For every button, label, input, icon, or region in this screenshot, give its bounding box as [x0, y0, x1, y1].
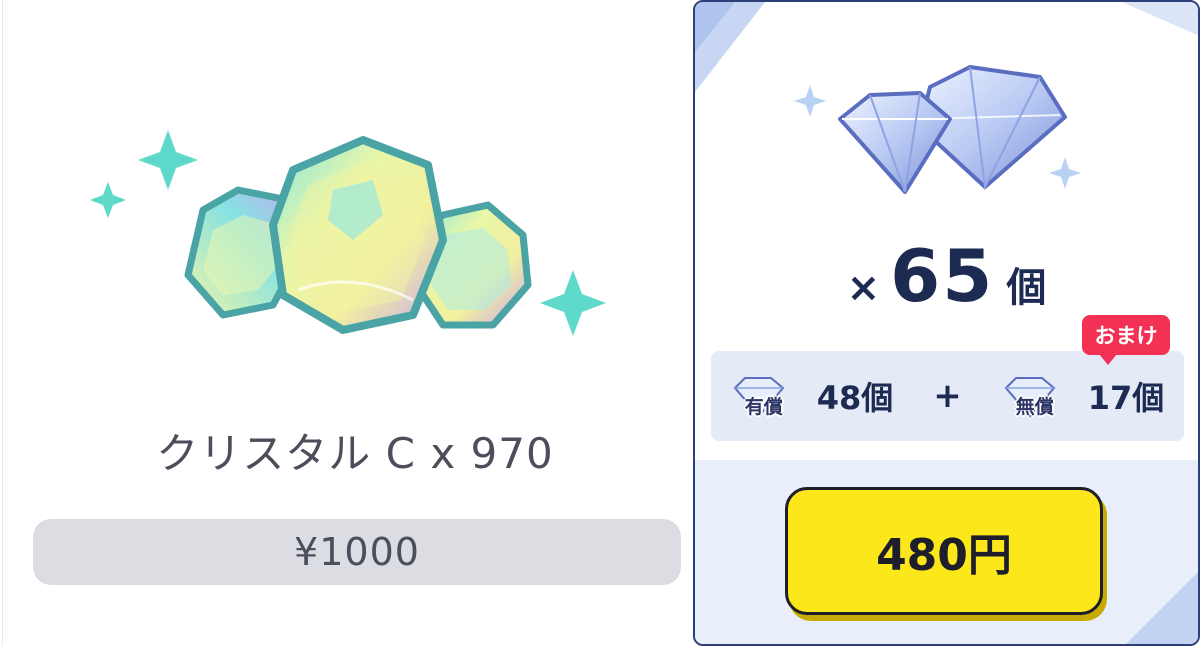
free-label: 無償: [1015, 396, 1054, 418]
purchase-button[interactable]: 480円: [785, 487, 1103, 615]
price-label: ¥1000: [294, 530, 420, 574]
paid-label: 有償: [744, 396, 783, 418]
corner-triangle-decoration: [1122, 2, 1198, 36]
bonus-badge: おまけ: [1082, 315, 1170, 355]
mini-diamond-icon: 有償: [731, 374, 787, 418]
quantity-value: 65: [890, 234, 995, 318]
paid-count: 48個: [816, 379, 894, 417]
free-count-item: 無償 17個: [1002, 373, 1165, 419]
corner-triangle-decoration: [1126, 572, 1198, 644]
mini-diamond-icon: 無償: [1002, 374, 1058, 418]
crystal-cluster-icon: [90, 130, 606, 336]
quantity-prefix: ×: [846, 265, 881, 311]
purchase-price-label: 480円: [876, 530, 1012, 581]
crystal-product-card[interactable]: クリスタル C x 970 ¥1000: [2, 0, 690, 646]
price-button[interactable]: ¥1000: [33, 519, 681, 585]
free-count: 17個: [1087, 379, 1165, 417]
product-title: クリスタル C x 970: [156, 429, 554, 478]
diamond-product-card[interactable]: × 65 個 有償 48個 + 無償 17個 おまけ 480円: [693, 0, 1200, 646]
quantity-display: × 65 個: [695, 234, 1198, 318]
corner-triangle-decoration: [695, 2, 765, 92]
diamond-pair-icon: [794, 65, 1081, 194]
paid-count-item: 有償 48個: [731, 373, 894, 419]
quantity-unit: 個: [1006, 265, 1047, 311]
bonus-badge-tail: [1099, 354, 1117, 365]
plus-sign: +: [933, 376, 962, 416]
